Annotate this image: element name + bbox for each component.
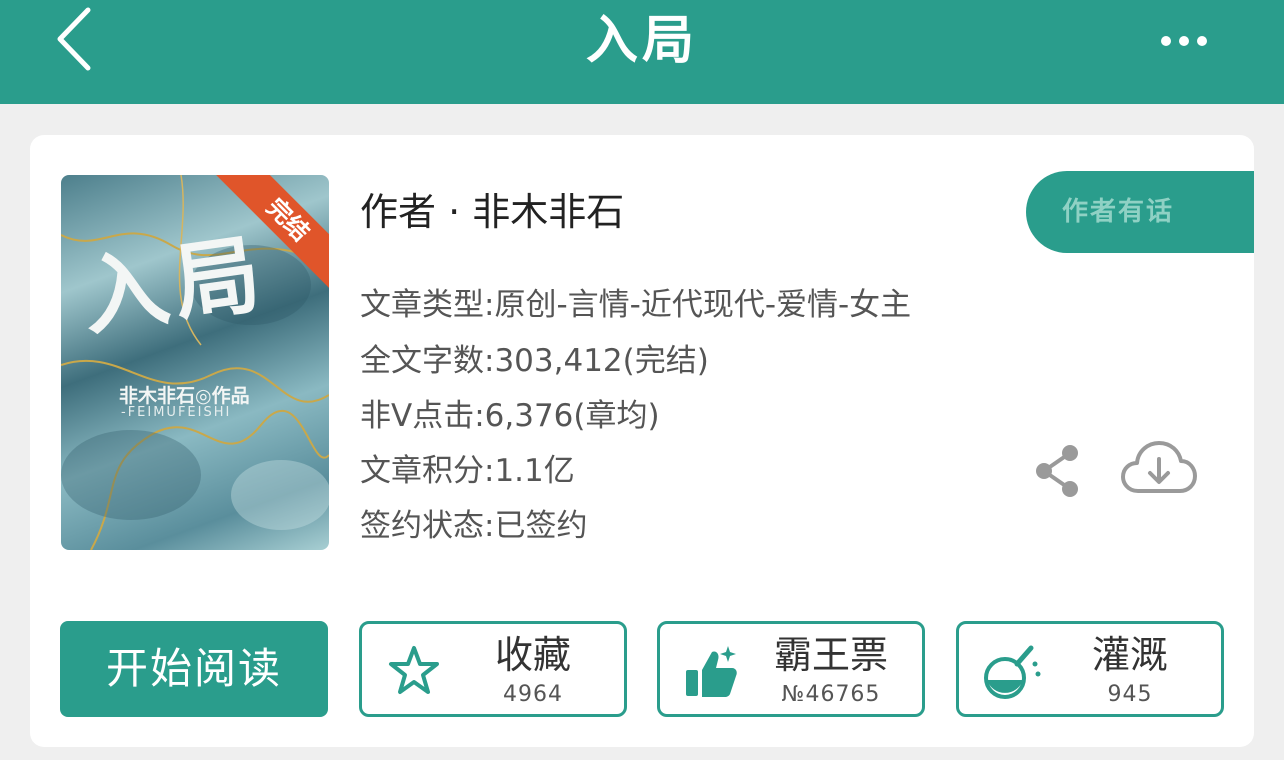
book-card: 入局 非木非石◎作品 -FEIMUFEISHI 完结 作者 · 非木非石 文章类… — [30, 135, 1254, 747]
author-note-button[interactable]: 作者有话 — [1026, 171, 1254, 253]
download-button[interactable] — [1120, 439, 1198, 501]
ticket-count: №46765 — [781, 682, 881, 707]
author-note-label: 作者有话 — [1062, 197, 1175, 227]
author-line[interactable]: 作者 · 非木非石 — [360, 187, 624, 237]
water-label: 灌溉 — [1091, 633, 1168, 677]
more-dots-icon — [1161, 36, 1207, 46]
top-bar: 入局 — [0, 0, 1284, 104]
cover-author: 非木非石◎作品 — [119, 385, 250, 407]
cover-author-en: -FEIMUFEISHI — [121, 405, 232, 420]
share-button[interactable] — [1032, 443, 1082, 499]
water-button[interactable]: 灌溉 945 — [956, 621, 1224, 717]
thumbs-up-icon — [686, 646, 737, 697]
collect-count: 4964 — [503, 682, 563, 707]
info-word-count: 全文字数:303,412(完结) — [360, 343, 709, 379]
ticket-label: 霸王票 — [773, 633, 888, 677]
page-title: 入局 — [585, 11, 698, 71]
collect-button[interactable]: 收藏 4964 — [359, 621, 627, 717]
info-clicks: 非V点击:6,376(章均) — [360, 398, 660, 434]
cover-title: 入局 — [75, 222, 273, 349]
ticket-button[interactable]: 霸王票 №46765 — [657, 621, 925, 717]
flask-icon — [984, 645, 1041, 699]
share-icon — [1036, 445, 1078, 497]
book-cover[interactable]: 入局 非木非石◎作品 -FEIMUFEISHI 完结 — [61, 175, 329, 550]
star-icon — [389, 646, 439, 694]
cloud-download-icon — [1121, 441, 1197, 493]
info-type: 文章类型:原创-言情-近代现代-爱情-女主 — [360, 287, 912, 323]
more-button[interactable] — [1156, 24, 1216, 58]
info-score: 文章积分:1.1亿 — [360, 453, 575, 489]
info-sign-status: 签约状态:已签约 — [360, 508, 588, 544]
start-reading-button[interactable]: 开始阅读 — [60, 621, 328, 717]
collect-label: 收藏 — [494, 633, 571, 677]
water-count: 945 — [1107, 682, 1153, 707]
